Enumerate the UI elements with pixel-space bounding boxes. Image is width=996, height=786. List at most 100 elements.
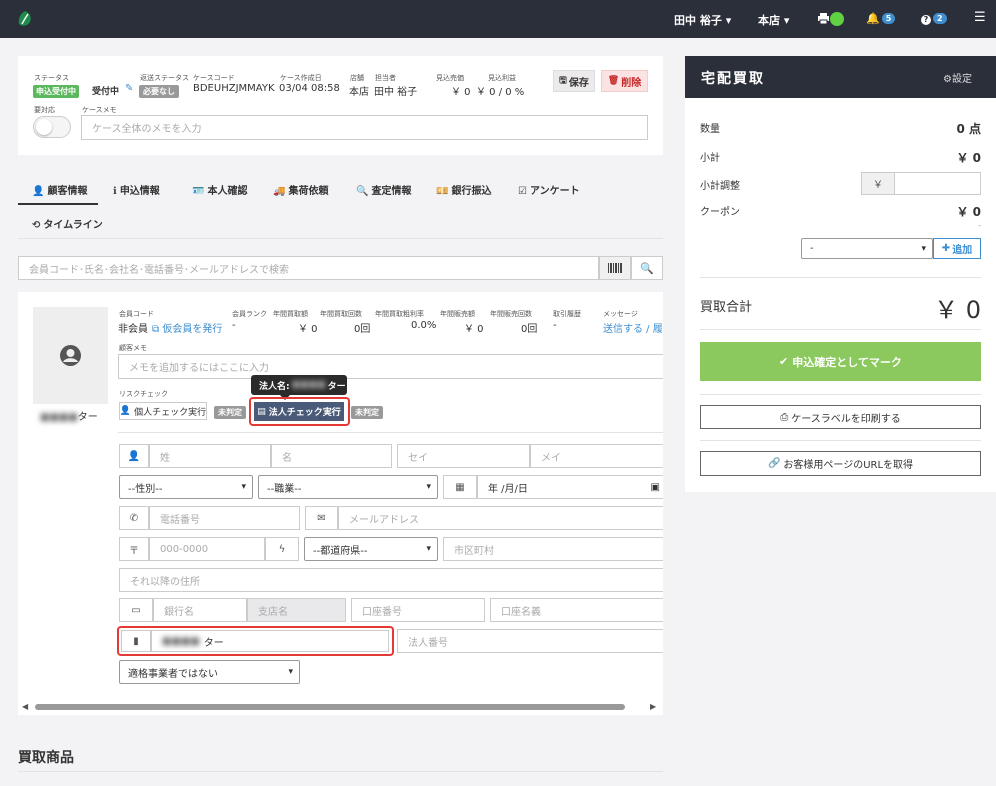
history-value: - xyxy=(553,320,557,331)
send-message-link[interactable]: 送信する / 履 xyxy=(603,320,663,335)
trash-icon: 🗑 xyxy=(607,76,620,86)
attention-label: 要対応 xyxy=(34,106,55,114)
chevron-down-icon: ▾ xyxy=(426,544,431,554)
gender-select[interactable]: --性別-- ▾ xyxy=(119,475,253,499)
horizontal-scrollbar-thumb[interactable] xyxy=(35,704,625,710)
tab-identity-check[interactable]: 🪪 本人確認 xyxy=(192,182,247,197)
hand-cursor-icon: ☝ xyxy=(318,407,327,423)
credit-card-icon: ▭ xyxy=(119,598,153,622)
case-store: 本店 xyxy=(349,87,369,98)
postal-code-input[interactable]: 000-0000 xyxy=(149,537,265,561)
tooltip-suffix: ター xyxy=(327,381,346,392)
personal-check-status-badge: 未判定 xyxy=(214,405,246,419)
shipping-status-label: 返送ステータス xyxy=(140,74,189,82)
id-card-icon: 🪪 xyxy=(192,186,205,197)
customer-memo-label: 顧客メモ xyxy=(119,344,147,352)
printer-online-indicator xyxy=(830,12,844,26)
help-button[interactable]: ? 2 xyxy=(921,12,947,25)
summary-divider xyxy=(700,277,981,278)
prefecture-select[interactable]: --都道府県-- ▾ xyxy=(304,537,438,561)
history-label: 取引履歴 xyxy=(553,310,581,318)
tab-pickup-request[interactable]: 🚚 集荷依頼 xyxy=(273,182,328,197)
issue-temp-member-link[interactable]: ⧉ 仮会員を発行 xyxy=(152,320,222,335)
action-divider-2 xyxy=(700,440,981,441)
add-coupon-button[interactable]: ✚ 追加 xyxy=(933,238,981,259)
print-case-label-button[interactable]: ⎙ ケースラベルを印刷する xyxy=(700,405,981,429)
annual-count: 0回 xyxy=(354,324,371,335)
chevron-down-icon: ▾ xyxy=(725,14,732,27)
edit-status-pencil-icon[interactable]: ✎ xyxy=(125,83,133,94)
purchase-items-title: 買取商品 xyxy=(18,750,74,766)
coupon-label: クーポン xyxy=(700,207,740,218)
tab-appraisal-info[interactable]: 🔍 査定情報 xyxy=(356,182,411,197)
user-menu[interactable]: 田中 裕子 ▾ xyxy=(674,12,731,28)
address-input[interactable]: それ以降の住所 xyxy=(119,568,663,592)
link-icon: 🔗 xyxy=(767,458,781,469)
get-customer-url-button[interactable]: 🔗 お客様用ページのURLを取得 xyxy=(700,451,981,476)
sales-amount: ￥ 0 xyxy=(464,324,484,335)
highlight-corporate-check xyxy=(249,397,350,426)
tab-timeline[interactable]: ⟲ タイムライン xyxy=(32,216,103,231)
case-memo-input[interactable]: ケース全体のメモを入力 xyxy=(81,115,648,140)
customer-memo-input[interactable]: メモを追加するにはここに入力 xyxy=(118,354,663,379)
search-icon: 🔍 xyxy=(640,261,654,275)
total-value: ￥ 0 xyxy=(934,296,981,324)
bank-name-input[interactable]: 銀行名 xyxy=(153,598,247,622)
tab-survey[interactable]: ☑ アンケート xyxy=(518,182,580,197)
active-tab-indicator xyxy=(18,203,98,205)
customer-avatar xyxy=(33,307,108,404)
member-code-label: 会員コード xyxy=(119,310,154,318)
scroll-right-arrow-icon[interactable]: ▶ xyxy=(650,702,656,711)
delete-button[interactable]: 🗑 削除 xyxy=(601,70,648,92)
invoice-status-select[interactable]: 適格事業者ではない ▾ xyxy=(119,660,300,684)
city-input[interactable]: 市区町村 xyxy=(443,537,663,561)
store-menu[interactable]: 本店 ▾ xyxy=(758,12,789,28)
bell-icon: 🔔 xyxy=(866,12,880,25)
settings-button[interactable]: ⚙設定 xyxy=(943,70,972,85)
customer-name-suffix: ター xyxy=(77,412,98,423)
tab-customer-info[interactable]: 👤 顧客情報 xyxy=(32,182,87,197)
barcode-scan-button[interactable] xyxy=(599,256,631,280)
last-name-input[interactable]: 姓 xyxy=(149,444,271,468)
coupon-select[interactable]: - ▾ xyxy=(801,238,933,259)
subtotal-adjust-input[interactable] xyxy=(894,172,981,195)
tab-application-info[interactable]: ℹ 申込情報 xyxy=(113,182,160,197)
attention-toggle[interactable] xyxy=(33,116,71,138)
customer-search-input[interactable]: 会員コード･氏名･会社名･電話番号･メールアドレスで検索 xyxy=(18,256,599,280)
mark-application-confirmed-button[interactable]: ✔ 申込確定としてマーク xyxy=(700,342,981,381)
annual-count-label: 年間買取回数 xyxy=(320,310,362,318)
annual-amount-label: 年間買取額 xyxy=(273,310,308,318)
phone-input[interactable]: 電話番号 xyxy=(149,506,300,530)
gender-value: --性別-- xyxy=(128,483,163,495)
barcode-icon xyxy=(608,263,622,273)
phone-icon: ✆ xyxy=(119,506,149,530)
tab-label: 集荷依頼 xyxy=(288,186,329,197)
first-name-input[interactable]: 名 xyxy=(271,444,392,468)
hamburger-menu-icon[interactable]: ☰ xyxy=(974,10,986,25)
corporate-number-input[interactable]: 法人番号 xyxy=(397,629,663,653)
calendar-icon[interactable]: ▣ xyxy=(651,482,660,493)
account-holder-input[interactable]: 口座名義 xyxy=(490,598,663,622)
email-input[interactable]: メールアドレス xyxy=(338,506,663,530)
first-name-kana-input[interactable]: メイ xyxy=(530,444,663,468)
save-button[interactable]: 🖫 保存 xyxy=(553,70,595,92)
tab-bank-transfer[interactable]: 💴 銀行振込 xyxy=(436,182,491,197)
delivery-purchase-header: 宅配買取 ⚙設定 xyxy=(685,56,996,98)
branch-name-input[interactable]: 支店名 xyxy=(247,598,346,622)
app-logo-icon[interactable] xyxy=(18,11,32,27)
case-staff: 田中 裕子 xyxy=(374,87,418,98)
postal-lookup-bolt-icon[interactable]: ϟ xyxy=(265,537,299,561)
birthday-cake-icon: ▦ xyxy=(443,475,477,499)
notifications-button[interactable]: 🔔 5 xyxy=(866,12,896,25)
notification-count-badge: 5 xyxy=(881,13,896,24)
job-select[interactable]: --職業-- ▾ xyxy=(258,475,438,499)
printer-status[interactable] xyxy=(818,12,844,26)
search-button[interactable]: 🔍 xyxy=(631,256,663,280)
action-divider xyxy=(700,394,981,395)
scroll-left-arrow-icon[interactable]: ◀ xyxy=(22,702,28,711)
personal-check-button[interactable]: 👤 個人チェック実行 xyxy=(119,402,207,420)
last-name-kana-input[interactable]: セイ xyxy=(397,444,530,468)
issue-temp-member-label: 仮会員を発行 xyxy=(162,324,223,335)
account-number-input[interactable]: 口座番号 xyxy=(351,598,485,622)
birthdate-input[interactable]: 年 /月/日 ▣ xyxy=(477,475,663,499)
